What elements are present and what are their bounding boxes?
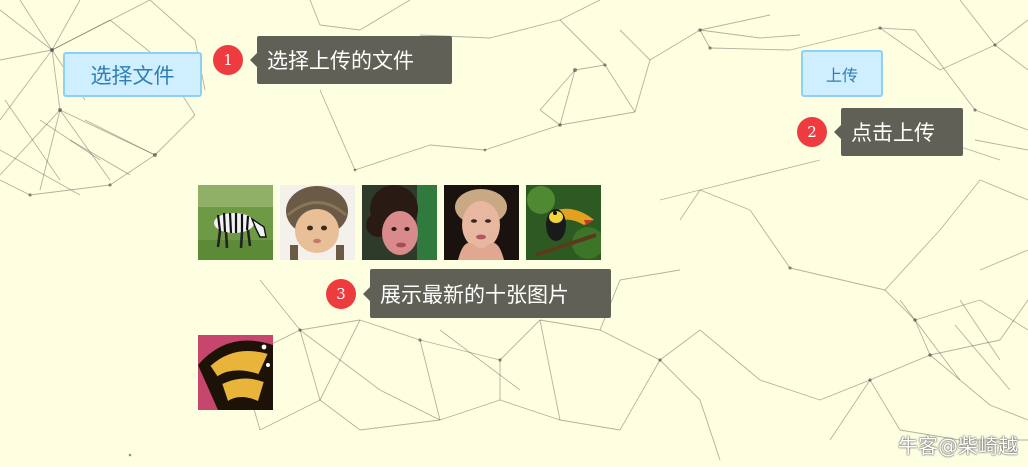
gallery-image-toucan: [526, 185, 601, 260]
upload-button-label: 上传: [825, 65, 858, 85]
annotation-badge-2: 2: [797, 117, 827, 147]
annotation-tooltip-3: 展示最新的十张图片: [363, 269, 611, 318]
watermark: 牛客@柴崎越: [898, 430, 1018, 459]
choose-file-button-label: 选择文件: [90, 63, 175, 88]
gallery-image-woman-portrait: [444, 185, 519, 260]
annotation-tooltip-2: 点击上传: [834, 108, 963, 156]
annotation-badge-1: 1: [213, 45, 243, 75]
choose-file-button[interactable]: 选择文件: [63, 52, 202, 97]
gallery-image-curly-haired-child: [362, 185, 437, 260]
gallery-image-zebra: [198, 185, 273, 260]
upload-button[interactable]: 上传: [801, 50, 883, 97]
annotation-tooltip-1: 选择上传的文件: [250, 36, 452, 84]
annotation-tooltip-2-text: 点击上传: [851, 121, 935, 145]
gallery-image-baby-in-knit-hat: [280, 185, 355, 260]
annotation-tooltip-1-text: 选择上传的文件: [267, 49, 414, 73]
gallery-image-butterfly-wing: [198, 335, 273, 410]
annotation-badge-3: 3: [326, 279, 356, 309]
annotation-tooltip-3-text: 展示最新的十张图片: [380, 282, 569, 307]
watermark-text: 牛客@柴崎越: [898, 434, 1018, 458]
